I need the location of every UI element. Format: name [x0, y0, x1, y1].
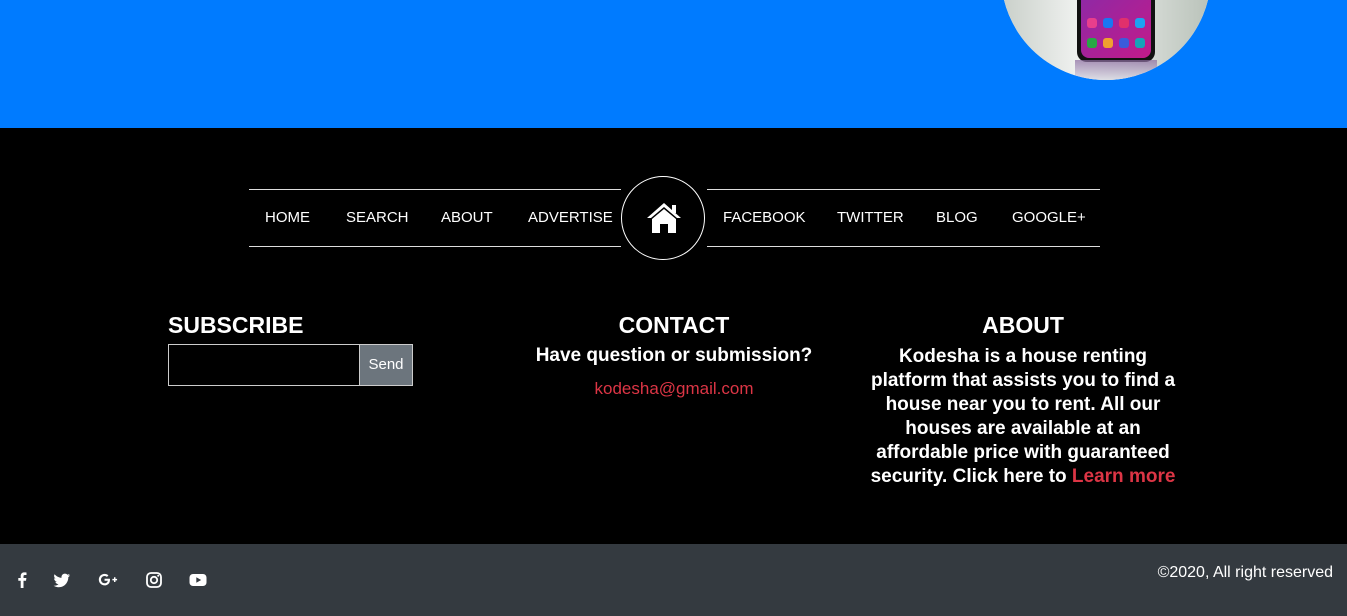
subscribe-send-button[interactable]: Send [359, 344, 413, 386]
contact-email-link[interactable]: kodesha@gmail.com [500, 379, 848, 399]
nav-search-link[interactable]: SEARCH [346, 190, 409, 246]
subscribe-email-input[interactable] [168, 344, 360, 386]
about-description: Kodesha is a house renting platform that… [862, 345, 1184, 489]
nav-facebook-link[interactable]: FACEBOOK [723, 190, 806, 246]
contact-title: CONTACT [618, 312, 730, 338]
footer-nav-right: FACEBOOK TWITTER BLOG GOOGLE+ [707, 189, 1100, 247]
nav-about-link[interactable]: ABOUT [441, 190, 493, 246]
subscribe-title: SUBSCRIBE [168, 312, 304, 338]
home-icon [647, 203, 681, 233]
nav-google-plus-link[interactable]: GOOGLE+ [1012, 190, 1086, 246]
nav-blog-link[interactable]: BLOG [936, 190, 978, 246]
home-logo-button[interactable] [621, 176, 705, 260]
facebook-icon[interactable] [12, 570, 32, 590]
nav-twitter-link[interactable]: TWITTER [837, 190, 904, 246]
youtube-icon[interactable] [188, 570, 208, 590]
contact-question: Have question or submission? [535, 345, 813, 366]
hero-banner [0, 0, 1347, 128]
footer-nav-left: HOME SEARCH ABOUT ADVERTISE [249, 189, 621, 247]
learn-more-link[interactable]: Learn more [1072, 466, 1175, 487]
nav-advertise-link[interactable]: ADVERTISE [528, 190, 613, 246]
twitter-icon[interactable] [52, 570, 72, 590]
instagram-icon[interactable] [144, 570, 164, 590]
google-plus-icon[interactable] [98, 570, 118, 590]
phone-photo [1001, 0, 1211, 80]
copyright-text: ©2020, All right reserved [1157, 564, 1333, 581]
nav-home-link[interactable]: HOME [265, 190, 310, 246]
about-title: ABOUT [982, 312, 1064, 338]
